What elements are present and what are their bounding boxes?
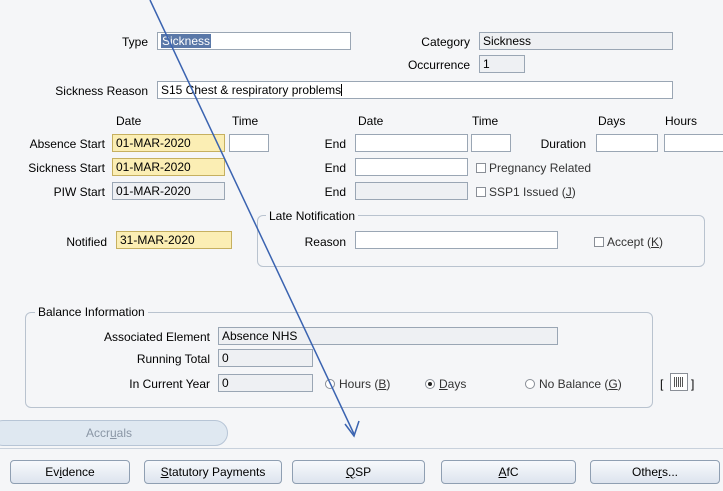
piw-start-date-field: 01-MAR-2020 xyxy=(112,182,225,200)
notified-date-field[interactable]: 31-MAR-2020 xyxy=(116,231,232,249)
others-post: s... xyxy=(662,465,679,479)
absence-start-date-field[interactable]: 01-MAR-2020 xyxy=(112,134,225,152)
ssp1-issued-checkbox[interactable]: SSP1 Issued (J) xyxy=(476,183,576,201)
absence-detail-form: Type Sickness Category Sickness Occurren… xyxy=(0,0,723,491)
late-notification-title: Late Notification xyxy=(266,209,359,223)
tab-accruals-pre: Accr xyxy=(85,426,110,440)
accept-label-prefix: Accept ( xyxy=(607,235,652,249)
tab-separator xyxy=(0,448,723,449)
type-label: Type xyxy=(121,35,148,49)
running-total-label: Running Total xyxy=(136,352,210,366)
late-reason-label: Reason xyxy=(304,235,346,249)
flex-field-icon[interactable] xyxy=(670,373,688,391)
accept-checkbox[interactable]: Accept (K) xyxy=(594,233,663,251)
absence-end-date-field[interactable] xyxy=(355,134,468,152)
col-date-1: Date xyxy=(116,114,142,128)
occurrence-label: Occurrence xyxy=(407,58,470,72)
days-label-rest: ays xyxy=(447,377,467,391)
pregnancy-related-checkbox[interactable]: Pregnancy Related xyxy=(476,159,591,177)
pregnancy-related-label: Pregnancy Related xyxy=(489,161,592,175)
occurrence-field: 1 xyxy=(479,55,525,73)
piw-end-date-field xyxy=(355,182,468,200)
col-time-1: Time xyxy=(232,114,259,128)
col-time-2: Time xyxy=(472,114,499,128)
col-days: Days xyxy=(598,114,626,128)
qsp-button[interactable]: QSP xyxy=(292,460,425,484)
sickness-reason-field[interactable]: S15 Chest & respiratory problems xyxy=(157,81,673,99)
days-radio-dot[interactable] xyxy=(425,379,435,389)
tab-accruals[interactable]: Accruals xyxy=(0,420,228,446)
hours-label-prefix: Hours ( xyxy=(339,377,379,391)
category-field: Sickness xyxy=(479,32,673,50)
evidence-pre: Ev xyxy=(45,465,60,479)
notified-label: Notified xyxy=(66,235,107,249)
afc-post: fC xyxy=(506,465,519,479)
no-balance-label-key: G xyxy=(608,377,618,391)
statutory-post: tatutory Payments xyxy=(168,465,266,479)
no-balance-radio[interactable]: No Balance (G) xyxy=(525,375,622,393)
evidence-post: dence xyxy=(61,465,95,479)
duration-hours-field[interactable] xyxy=(664,134,723,152)
text-cursor xyxy=(341,84,343,96)
qsp-post: SP xyxy=(355,465,372,479)
ssp1-checkbox-box[interactable] xyxy=(476,187,486,197)
bracket-close: ] xyxy=(691,377,695,391)
associated-element-field: Absence NHS xyxy=(218,327,558,345)
ssp1-label-prefix: SSP1 Issued ( xyxy=(489,185,566,199)
accept-label-key: K xyxy=(651,235,660,249)
hours-label-suffix: ) xyxy=(386,377,391,391)
others-pre: Othe xyxy=(631,465,658,479)
sickness-end-date-field[interactable] xyxy=(355,158,468,176)
hours-radio-dot[interactable] xyxy=(325,379,335,389)
qsp-key: Q xyxy=(345,465,356,479)
sickness-end-label: End xyxy=(324,161,346,175)
accept-label-suffix: ) xyxy=(659,235,664,249)
absence-start-label: Absence Start xyxy=(29,137,105,151)
flex-field-bars xyxy=(674,377,684,387)
duration-days-field[interactable] xyxy=(596,134,658,152)
piw-end-label: End xyxy=(324,185,346,199)
days-label-key: D xyxy=(439,377,448,391)
col-date-2: Date xyxy=(358,114,384,128)
category-label: Category xyxy=(421,35,470,49)
evidence-button[interactable]: Evidence xyxy=(10,460,130,484)
absence-start-time-field[interactable] xyxy=(229,134,269,152)
statutory-payments-button[interactable]: Statutory Payments xyxy=(144,460,282,484)
afc-key: A xyxy=(498,465,507,479)
running-total-field: 0 xyxy=(218,349,313,367)
annotation-arrow-head xyxy=(344,420,360,438)
days-radio[interactable]: Days xyxy=(425,375,466,393)
balance-information-title: Balance Information xyxy=(35,305,148,319)
tab-accruals-key: u xyxy=(109,426,117,440)
accept-checkbox-box[interactable] xyxy=(594,237,604,247)
sickness-start-date-field[interactable]: 01-MAR-2020 xyxy=(112,158,225,176)
col-hours: Hours xyxy=(665,114,698,128)
current-year-label: In Current Year xyxy=(129,377,210,391)
absence-end-time-field[interactable] xyxy=(471,134,511,152)
pregnancy-checkbox-box[interactable] xyxy=(476,163,486,173)
no-balance-radio-dot[interactable] xyxy=(525,379,535,389)
no-balance-label-suffix: ) xyxy=(617,377,622,391)
afc-button[interactable]: AfC xyxy=(441,460,576,484)
others-button[interactable]: Others... xyxy=(590,460,720,484)
duration-label: Duration xyxy=(540,137,586,151)
sickness-reason-value: S15 Chest & respiratory problems xyxy=(161,83,342,97)
associated-element-label: Associated Element xyxy=(103,330,210,344)
sickness-start-label: Sickness Start xyxy=(28,161,105,175)
statutory-key: S xyxy=(160,465,169,479)
late-reason-field[interactable] xyxy=(355,231,558,249)
absence-end-label: End xyxy=(324,137,346,151)
sickness-reason-label: Sickness Reason xyxy=(55,84,148,98)
no-balance-label-prefix: No Balance ( xyxy=(539,377,609,391)
type-field[interactable]: Sickness xyxy=(157,32,351,50)
type-value-selected: Sickness xyxy=(161,34,212,48)
ssp1-label-suffix: ) xyxy=(571,185,576,199)
hours-radio[interactable]: Hours (B) xyxy=(325,375,390,393)
bracket-open: [ xyxy=(660,377,664,391)
piw-start-label: PIW Start xyxy=(53,185,105,199)
tab-accruals-post: als xyxy=(116,426,133,440)
current-year-field: 0 xyxy=(218,374,313,392)
